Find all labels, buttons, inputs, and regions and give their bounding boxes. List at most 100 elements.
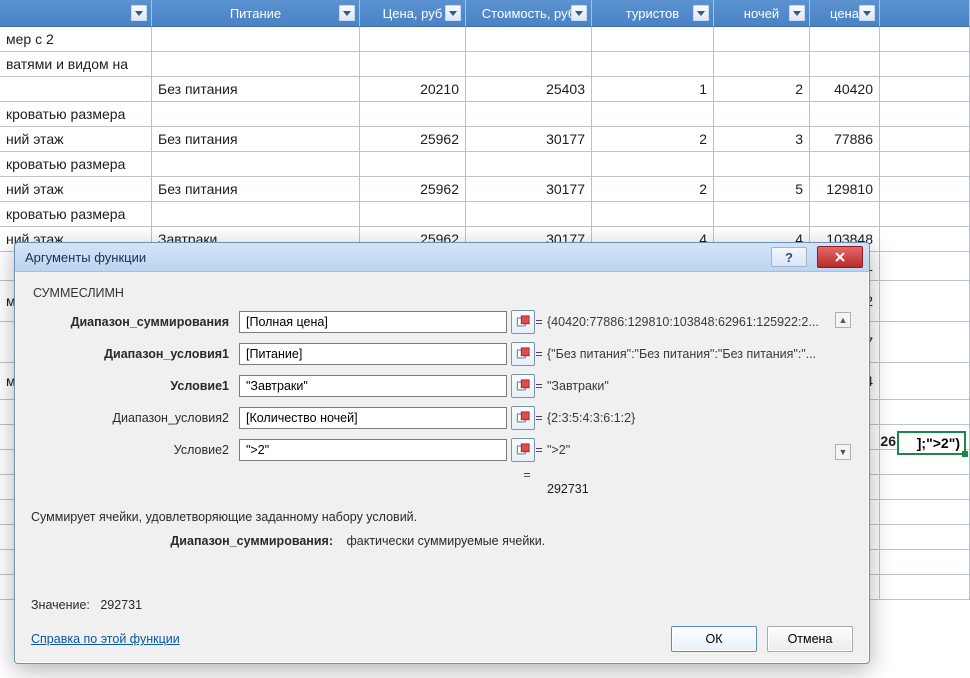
filter-icon[interactable] xyxy=(571,5,587,21)
cell[interactable] xyxy=(152,152,360,177)
cell[interactable]: 3 xyxy=(714,127,810,152)
cell[interactable] xyxy=(714,152,810,177)
cell[interactable] xyxy=(360,102,466,127)
cell[interactable] xyxy=(880,500,970,525)
cell[interactable]: 129810 xyxy=(810,177,880,202)
filter-icon[interactable] xyxy=(445,5,461,21)
cell[interactable]: ватями и видом на xyxy=(0,52,152,77)
cell[interactable]: кроватью размера xyxy=(0,152,152,177)
cell[interactable] xyxy=(0,77,152,102)
cell[interactable] xyxy=(880,177,970,202)
scroll-up-icon[interactable]: ▲ xyxy=(835,312,851,328)
cell[interactable]: 77886 xyxy=(810,127,880,152)
cell[interactable]: 25962 xyxy=(360,177,466,202)
cell[interactable] xyxy=(880,550,970,575)
cell[interactable] xyxy=(592,27,714,52)
dialog-titlebar[interactable]: Аргументы функции ? xyxy=(15,243,869,272)
cell[interactable]: 2 xyxy=(592,177,714,202)
cell[interactable] xyxy=(810,152,880,177)
cell[interactable]: ний этаж xyxy=(0,127,152,152)
help-link[interactable]: Справка по этой функции xyxy=(31,632,180,646)
cell[interactable] xyxy=(466,52,592,77)
cell[interactable]: 25962 xyxy=(360,127,466,152)
help-button[interactable]: ? xyxy=(771,247,807,267)
cell[interactable]: 5 xyxy=(714,177,810,202)
cell[interactable]: 30177 xyxy=(466,177,592,202)
cell[interactable]: ний этаж xyxy=(0,177,152,202)
active-cell[interactable]: ];">2") xyxy=(897,431,966,455)
cell[interactable]: 2 xyxy=(592,127,714,152)
cell[interactable] xyxy=(880,322,970,363)
cell[interactable]: 20210 xyxy=(360,77,466,102)
arg-input[interactable] xyxy=(239,343,507,365)
cell[interactable] xyxy=(152,202,360,227)
arg-input[interactable] xyxy=(239,311,507,333)
cell[interactable]: 2 xyxy=(714,77,810,102)
cell[interactable] xyxy=(360,202,466,227)
cell[interactable] xyxy=(152,102,360,127)
cell[interactable] xyxy=(592,152,714,177)
column-header[interactable]: Цена, руб xyxy=(360,0,466,27)
column-header[interactable]: цена xyxy=(810,0,880,27)
cell[interactable]: 30177 xyxy=(466,127,592,152)
cell[interactable] xyxy=(880,52,970,77)
column-header[interactable] xyxy=(0,0,152,27)
cell[interactable] xyxy=(880,363,970,400)
cell[interactable]: Без питания xyxy=(152,177,360,202)
cell[interactable]: Без питания xyxy=(152,77,360,102)
cell[interactable]: 1 xyxy=(592,77,714,102)
cell[interactable] xyxy=(880,152,970,177)
arg-input[interactable] xyxy=(239,375,507,397)
cell[interactable] xyxy=(880,475,970,500)
cell[interactable] xyxy=(714,202,810,227)
cell[interactable] xyxy=(714,27,810,52)
cell[interactable] xyxy=(880,575,970,600)
cell[interactable] xyxy=(880,77,970,102)
scroll-down-icon[interactable]: ▼ xyxy=(835,444,851,460)
cell[interactable]: мер с 2 xyxy=(0,27,152,52)
cell[interactable] xyxy=(880,525,970,550)
filter-icon[interactable] xyxy=(131,5,147,21)
cell[interactable] xyxy=(810,52,880,77)
filter-icon[interactable] xyxy=(859,5,875,21)
column-header[interactable]: ночей xyxy=(714,0,810,27)
cell[interactable] xyxy=(466,102,592,127)
cell[interactable] xyxy=(880,27,970,52)
cell[interactable]: Без питания xyxy=(152,127,360,152)
cancel-button[interactable]: Отмена xyxy=(767,626,853,652)
cell[interactable]: кроватью размера xyxy=(0,202,152,227)
filter-icon[interactable] xyxy=(693,5,709,21)
close-button[interactable] xyxy=(817,246,863,268)
column-header[interactable]: Питание xyxy=(152,0,360,27)
cell[interactable] xyxy=(592,102,714,127)
arg-input[interactable] xyxy=(239,407,507,429)
cell[interactable] xyxy=(714,52,810,77)
cell[interactable] xyxy=(466,27,592,52)
cell[interactable]: 40420 xyxy=(810,77,880,102)
cell[interactable] xyxy=(880,227,970,252)
cell[interactable] xyxy=(714,102,810,127)
cell[interactable] xyxy=(880,252,970,281)
cell[interactable] xyxy=(360,152,466,177)
cell[interactable]: 25403 xyxy=(466,77,592,102)
filter-icon[interactable] xyxy=(789,5,805,21)
cell[interactable] xyxy=(880,102,970,127)
cell[interactable] xyxy=(466,202,592,227)
cell[interactable] xyxy=(466,152,592,177)
arg-input[interactable] xyxy=(239,439,507,461)
cell[interactable] xyxy=(880,400,970,425)
ok-button[interactable]: ОК xyxy=(671,626,757,652)
cell[interactable] xyxy=(592,52,714,77)
cell[interactable] xyxy=(360,52,466,77)
cell[interactable] xyxy=(810,27,880,52)
cell[interactable] xyxy=(810,102,880,127)
column-header[interactable]: Стоимость, руб xyxy=(466,0,592,27)
cell[interactable] xyxy=(592,202,714,227)
cell[interactable] xyxy=(880,202,970,227)
fill-handle[interactable] xyxy=(962,451,968,457)
cell[interactable] xyxy=(880,281,970,322)
cell[interactable]: кроватью размера xyxy=(0,102,152,127)
cell[interactable] xyxy=(360,27,466,52)
cell[interactable] xyxy=(880,127,970,152)
filter-icon[interactable] xyxy=(339,5,355,21)
